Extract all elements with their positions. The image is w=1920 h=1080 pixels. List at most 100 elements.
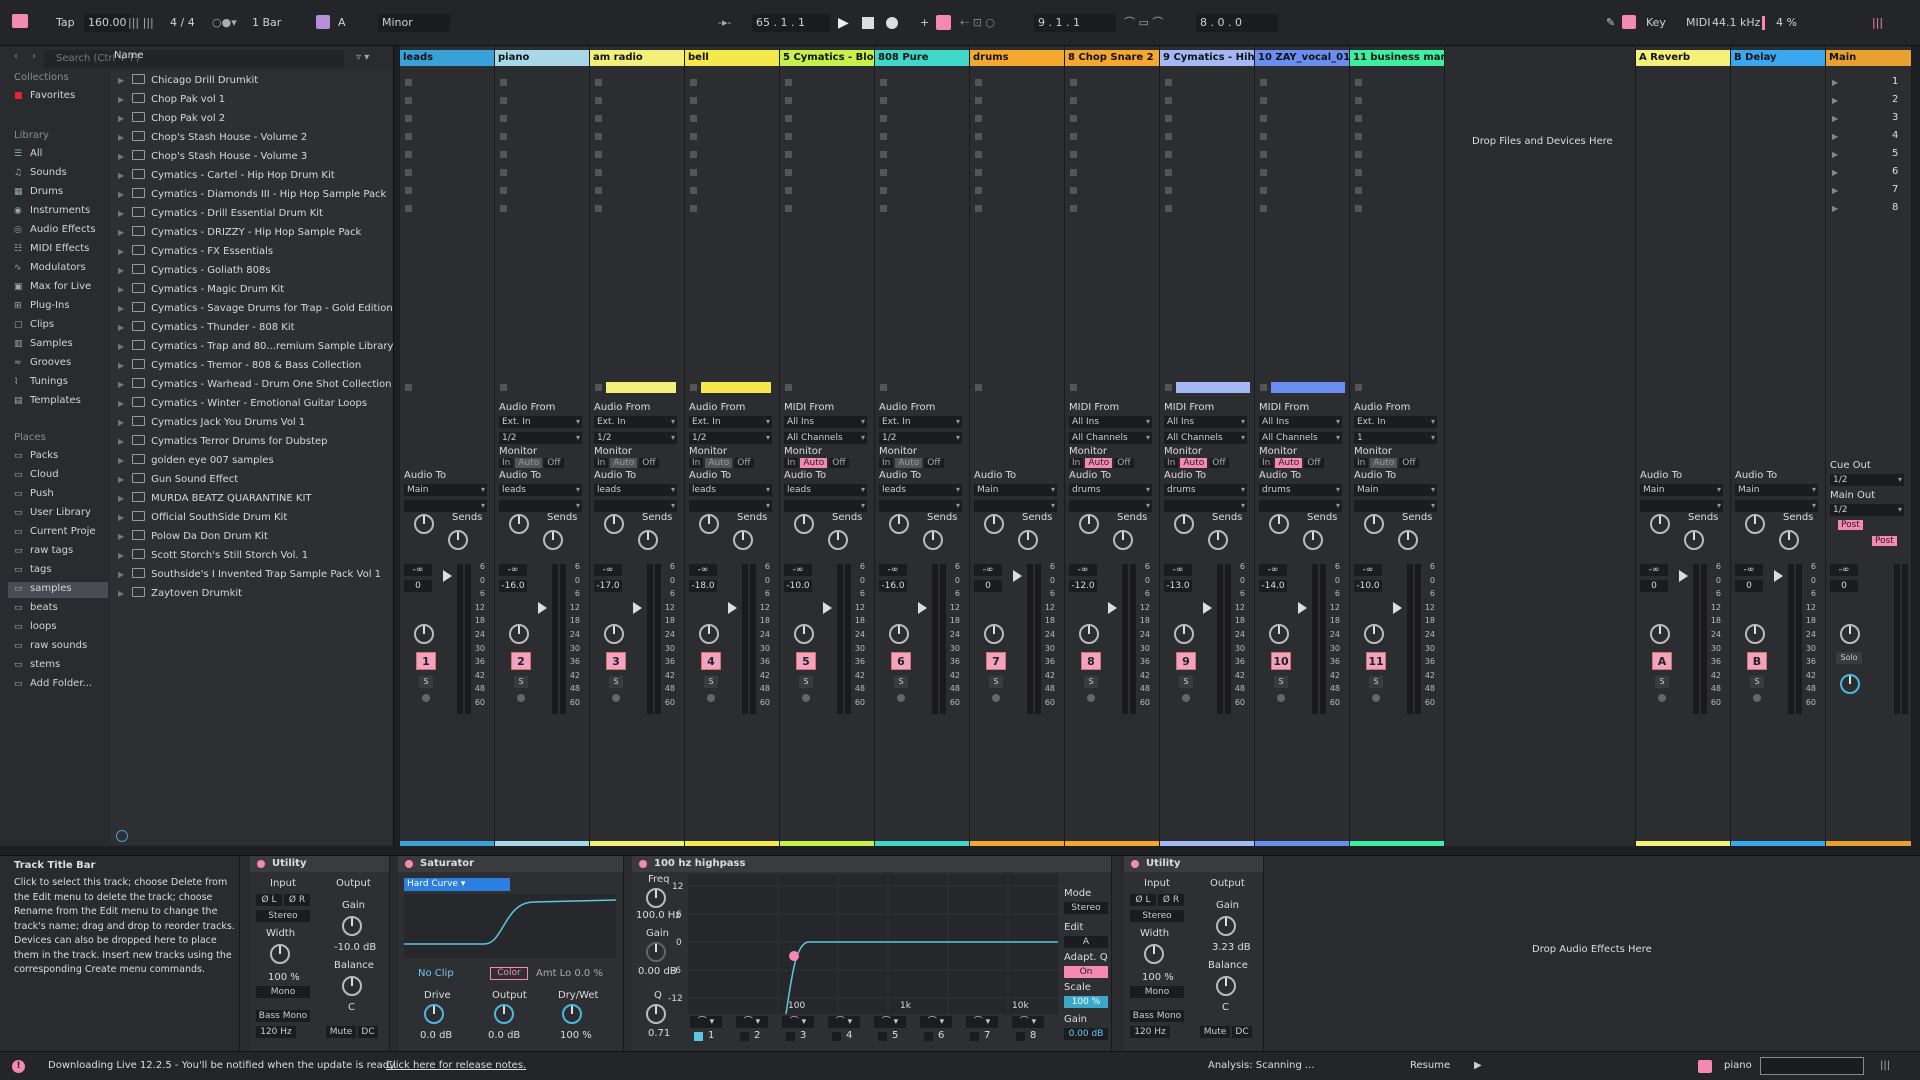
eq-title[interactable]: 100 hz highpass: [632, 856, 1111, 872]
file-list-item[interactable]: ▶ Cymatics - Drill Essential Drum Kit: [118, 207, 323, 219]
expand-arrow-icon[interactable]: ▶: [118, 361, 124, 370]
clip-stop-button[interactable]: [1165, 384, 1172, 391]
clip-slot-stop-button[interactable]: [595, 187, 602, 194]
band-enable-toggle[interactable]: [878, 1032, 887, 1041]
volume-value[interactable]: -13.0: [1164, 580, 1192, 592]
resume-button[interactable]: Resume: [1410, 1060, 1450, 1071]
saturator-title[interactable]: Saturator: [398, 856, 623, 872]
library-item-clips[interactable]: ▢ Clips: [14, 319, 54, 330]
monitor-in-button[interactable]: In: [784, 458, 799, 468]
input-type-select[interactable]: Ext. In: [689, 416, 772, 428]
file-list-item[interactable]: ▶ Zaytoven Drumkit: [118, 587, 242, 599]
clip-slot-stop-button[interactable]: [405, 187, 412, 194]
return-title-bar[interactable]: A Reverb: [1636, 50, 1730, 66]
library-item-all[interactable]: ☰ All: [14, 148, 42, 159]
clip-slot-stop-button[interactable]: [1260, 187, 1267, 194]
arm-button[interactable]: [517, 694, 525, 702]
send-a-post-button[interactable]: Post: [1838, 520, 1863, 530]
clip-slot-stop-button[interactable]: [975, 169, 982, 176]
expand-arrow-icon[interactable]: ▶: [118, 513, 124, 522]
monitor-auto-button[interactable]: Auto: [1085, 458, 1113, 468]
send-b-knob[interactable]: [1303, 530, 1323, 550]
monitor-in-button[interactable]: In: [879, 458, 894, 468]
input-channel-select[interactable]: All Channels: [784, 432, 867, 444]
solo-button[interactable]: S: [989, 676, 1003, 688]
output-channel-select[interactable]: [879, 500, 962, 512]
clip-slot-stop-button[interactable]: [1070, 169, 1077, 176]
clip-slot-stop-button[interactable]: [1355, 151, 1362, 158]
clip-stop-button[interactable]: [1260, 384, 1267, 391]
clip-launcher-bar[interactable]: [606, 382, 676, 393]
monitor-in-button[interactable]: In: [1069, 458, 1084, 468]
send-b-knob[interactable]: [543, 530, 563, 550]
place-item-cloud[interactable]: ▭ Cloud: [14, 469, 59, 480]
send-b-knob[interactable]: [1208, 530, 1228, 550]
band-filter-type-select[interactable]: ⌒ ▾: [782, 1016, 814, 1028]
file-list-item[interactable]: ▶ Chop Pak vol 1: [118, 93, 225, 105]
band-filter-type-select[interactable]: ⌒ ▾: [736, 1016, 768, 1028]
output-type-select[interactable]: Main: [404, 484, 487, 496]
arm-button[interactable]: [612, 694, 620, 702]
expand-arrow-icon[interactable]: ▶: [118, 171, 124, 180]
volume-fader-handle[interactable]: [1393, 602, 1402, 614]
loop-icon[interactable]: ⇠ ⊡ ○: [960, 14, 995, 32]
send-b-knob[interactable]: [733, 530, 753, 550]
monitor-off-button[interactable]: Off: [829, 458, 849, 468]
clip-slot-stop-button[interactable]: [690, 133, 697, 140]
band-filter-type-select[interactable]: ⌒ ▾: [966, 1016, 998, 1028]
search-input[interactable]: Search (Ctrl + F): [44, 50, 344, 68]
clip-slot-stop-button[interactable]: [1355, 79, 1362, 86]
clip-slot-stop-button[interactable]: [880, 205, 887, 212]
output-channel-select[interactable]: [974, 500, 1057, 512]
pan-knob[interactable]: [984, 624, 1004, 644]
clip-slot-stop-button[interactable]: [1260, 169, 1267, 176]
phase-left-button[interactable]: Ø L: [256, 894, 282, 906]
channel-mode-select[interactable]: Stereo: [1130, 910, 1184, 922]
expand-arrow-icon[interactable]: ▶: [118, 380, 124, 389]
track-activator-button[interactable]: 2: [511, 652, 531, 670]
clip-slot-stop-button[interactable]: [785, 115, 792, 122]
drop-files-area[interactable]: Drop Files and Devices Here: [1446, 46, 1636, 846]
scene-number[interactable]: 8: [1892, 202, 1898, 213]
monitor-auto-button[interactable]: Auto: [515, 458, 543, 468]
input-channel-select[interactable]: 1/2: [499, 432, 582, 444]
clip-slot-stop-button[interactable]: [975, 133, 982, 140]
volume-fader-handle[interactable]: [443, 570, 452, 582]
output-channel-select[interactable]: [1259, 500, 1342, 512]
output-channel-select[interactable]: [784, 500, 867, 512]
main-out-select[interactable]: 1/2: [1830, 504, 1904, 516]
cue-volume-knob[interactable]: [1840, 674, 1860, 694]
pan-knob[interactable]: [794, 624, 814, 644]
file-list-item[interactable]: ▶ Cymatics - Diamonds III - Hip Hop Sampl…: [118, 188, 386, 200]
clip-slot-stop-button[interactable]: [405, 151, 412, 158]
send-a-knob[interactable]: [1745, 514, 1765, 534]
output-type-select[interactable]: leads: [879, 484, 962, 496]
library-item-midi-effects[interactable]: ☷ MIDI Effects: [14, 243, 89, 254]
library-item-instruments[interactable]: ◉ Instruments: [14, 205, 90, 216]
curve-select[interactable]: Hard Curve ▾: [404, 878, 510, 891]
edit-select[interactable]: A: [1064, 936, 1108, 948]
clip-slot-stop-button[interactable]: [1165, 151, 1172, 158]
bass-mono-button[interactable]: Bass Mono: [256, 1010, 310, 1022]
scene-launch-icon[interactable]: ▶: [1832, 78, 1838, 87]
volume-fader-handle[interactable]: [1203, 602, 1212, 614]
arm-button[interactable]: [1087, 694, 1095, 702]
clip-slot-stop-button[interactable]: [785, 151, 792, 158]
clip-launcher-bar[interactable]: [701, 382, 771, 393]
send-b-post-button[interactable]: Post: [1872, 536, 1897, 546]
solo-button[interactable]: S: [419, 676, 433, 688]
channel-mode-select[interactable]: Stereo: [256, 910, 310, 922]
pan-knob[interactable]: [414, 624, 434, 644]
scene-launch-icon[interactable]: ▶: [1832, 186, 1838, 195]
arm-button[interactable]: [992, 694, 1000, 702]
clip-slot-stop-button[interactable]: [1070, 133, 1077, 140]
volume-fader-handle[interactable]: [1298, 602, 1307, 614]
clip-slot-stop-button[interactable]: [1260, 115, 1267, 122]
place-item-stems[interactable]: ▭ stems: [14, 659, 60, 670]
output-knob[interactable]: [494, 1004, 514, 1024]
input-type-select[interactable]: All Ins: [1259, 416, 1342, 428]
main-volume-value[interactable]: 0: [1830, 580, 1858, 592]
expand-arrow-icon[interactable]: ▶: [118, 551, 124, 560]
place-item-tags[interactable]: ▭ tags: [14, 564, 52, 575]
input-type-select[interactable]: All Ins: [784, 416, 867, 428]
